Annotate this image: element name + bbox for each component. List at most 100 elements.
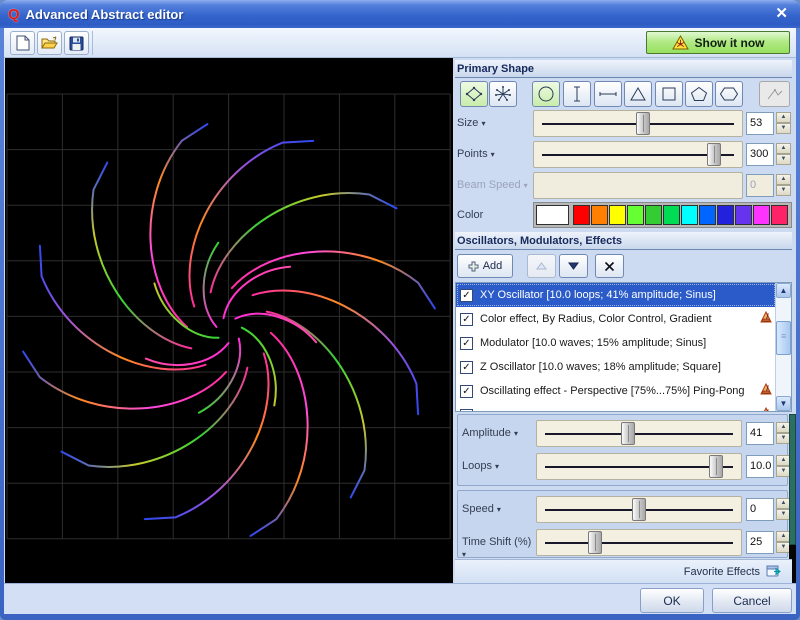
effect-list-item[interactable]: ✓Color effect, By Radius, Color Control,… [456, 307, 776, 331]
color-swatch[interactable] [573, 205, 590, 225]
effect-checkbox[interactable]: ✓ [460, 313, 473, 326]
color-swatch[interactable] [609, 205, 626, 225]
cancel-button[interactable]: Cancel [712, 588, 792, 613]
abstract-arc [40, 246, 206, 370]
points-spin-up-icon[interactable]: ▲ [776, 143, 791, 154]
dropdown-caret-icon[interactable]: ▾ [481, 119, 485, 128]
delete-effect-button[interactable] [595, 254, 624, 278]
abstract-arc [204, 243, 219, 327]
abstract-arc [251, 333, 308, 536]
scroll-down-button[interactable]: ▼ [776, 396, 791, 411]
color-swatch-white[interactable] [536, 205, 569, 225]
horizontal-line-shape-button[interactable] [594, 81, 622, 107]
hexagon-icon [719, 86, 739, 102]
metronome-icon[interactable] [760, 407, 772, 412]
points-spin-down-icon[interactable]: ▼ [776, 154, 791, 165]
effect-list-item[interactable]: ✓Oscillating effect - Perspective [75%..… [456, 379, 776, 403]
move-up-button[interactable] [527, 254, 556, 278]
add-effect-button[interactable]: Add [457, 254, 513, 278]
abstract-arc [23, 352, 226, 409]
effect-list-item[interactable]: ✓ [456, 403, 776, 412]
loops-label: Loops ▾ [462, 460, 536, 472]
effect-checkbox[interactable]: ✓ [460, 385, 473, 398]
dropdown-caret-icon[interactable]: ▾ [462, 550, 466, 559]
loops-slider-thumb[interactable] [709, 455, 723, 478]
scroll-up-button[interactable]: ▲ [776, 283, 791, 298]
triangle-shape-button[interactable] [624, 81, 652, 107]
speed-slider-track[interactable] [536, 496, 742, 523]
color-swatch[interactable] [681, 205, 698, 225]
amplitude-slider-track[interactable] [536, 420, 742, 447]
size-value[interactable]: 53 [746, 112, 774, 135]
color-swatch[interactable] [645, 205, 662, 225]
time-shift-slider-track[interactable] [536, 529, 742, 556]
beam-speed-value[interactable]: 0 [746, 174, 774, 197]
amplitude-slider-thumb[interactable] [621, 422, 635, 445]
color-swatch[interactable] [663, 205, 680, 225]
points-slider-track[interactable] [533, 141, 743, 168]
loops-slider-row: Loops ▾10.0▲▼ [460, 453, 797, 481]
beam-speed-spin-down-icon[interactable]: ▼ [776, 185, 791, 196]
speed-slider-thumb[interactable] [632, 498, 646, 521]
dropdown-caret-icon[interactable]: ▾ [497, 505, 501, 514]
dropdown-caret-icon[interactable]: ▾ [491, 150, 495, 159]
beam-speed-spin-up-icon[interactable]: ▲ [776, 174, 791, 185]
effect-checkbox[interactable]: ✓ [460, 409, 473, 413]
expand-panel-icon[interactable] [766, 565, 784, 578]
effect-checkbox[interactable]: ✓ [460, 289, 473, 302]
scrollbar-thumb[interactable] [776, 321, 791, 355]
show-it-now-button[interactable]: Show it now [646, 31, 790, 54]
loops-value[interactable]: 10.0 [746, 455, 774, 478]
pentagon-shape-button[interactable] [685, 81, 713, 107]
color-swatch[interactable] [717, 205, 734, 225]
favorite-effects-collapsed-panel[interactable] [789, 414, 796, 545]
size-spin-up-icon[interactable]: ▲ [776, 112, 791, 123]
metronome-icon[interactable] [760, 383, 772, 395]
metronome-icon[interactable] [760, 311, 772, 323]
hexagon-shape-button[interactable] [715, 81, 743, 107]
open-file-button[interactable] [37, 31, 62, 55]
time-shift-value[interactable]: 25 [746, 531, 774, 554]
delete-x-icon [604, 261, 615, 272]
dropdown-caret-icon[interactable]: ▾ [514, 429, 518, 438]
new-file-button[interactable] [10, 31, 35, 55]
effect-list-item[interactable]: ✓Modulator [10.0 waves; 15% amplitude; S… [456, 331, 776, 355]
effect-list-item[interactable]: ✓XY Oscillator [10.0 loops; 41% amplitud… [456, 283, 776, 307]
speed-value[interactable]: 0 [746, 498, 774, 521]
freeform-shape-button[interactable] [759, 81, 790, 107]
color-swatch[interactable] [753, 205, 770, 225]
color-swatch[interactable] [627, 205, 644, 225]
abstract-arc [242, 328, 276, 406]
size-slider-thumb[interactable] [636, 112, 650, 135]
color-swatch[interactable] [591, 205, 608, 225]
effects-list-scrollbar[interactable]: ▲ ▼ [775, 283, 791, 411]
ok-button[interactable]: OK [640, 588, 704, 613]
horizontal-line-icon [598, 89, 618, 99]
effect-checkbox[interactable]: ✓ [460, 337, 473, 350]
color-swatch[interactable] [735, 205, 752, 225]
move-down-button[interactable] [559, 254, 588, 278]
amplitude-slider-row: Amplitude ▾41▲▼ [460, 420, 797, 448]
points-value[interactable]: 300 [746, 143, 774, 166]
points-slider-thumb[interactable] [707, 143, 721, 166]
color-swatch[interactable] [771, 205, 788, 225]
save-button[interactable] [64, 31, 89, 55]
dropdown-caret-icon[interactable]: ▾ [524, 181, 528, 190]
vertical-line-shape-button[interactable] [563, 81, 591, 107]
amplitude-value[interactable]: 41 [746, 422, 774, 445]
circle-shape-button[interactable] [532, 81, 560, 107]
close-icon[interactable]: ✕ [775, 4, 788, 22]
size-spin-down-icon[interactable]: ▼ [776, 123, 791, 134]
color-swatch[interactable] [699, 205, 716, 225]
star-shape-button[interactable] [489, 81, 517, 107]
advanced-abstract-editor-window: Q Advanced Abstract editor ✕ [0, 0, 800, 620]
time-shift-slider-thumb[interactable] [588, 531, 602, 554]
square-shape-button[interactable] [655, 81, 683, 107]
size-slider-track[interactable] [533, 110, 743, 137]
loops-slider-track[interactable] [536, 453, 742, 480]
effect-list-item[interactable]: ✓Z Oscillator [10.0 waves; 18% amplitude… [456, 355, 776, 379]
diamond-shape-button[interactable] [460, 81, 488, 107]
favorite-effects-label[interactable]: Favorite Effects [684, 566, 760, 578]
effect-checkbox[interactable]: ✓ [460, 361, 473, 374]
dropdown-caret-icon[interactable]: ▾ [495, 462, 499, 471]
